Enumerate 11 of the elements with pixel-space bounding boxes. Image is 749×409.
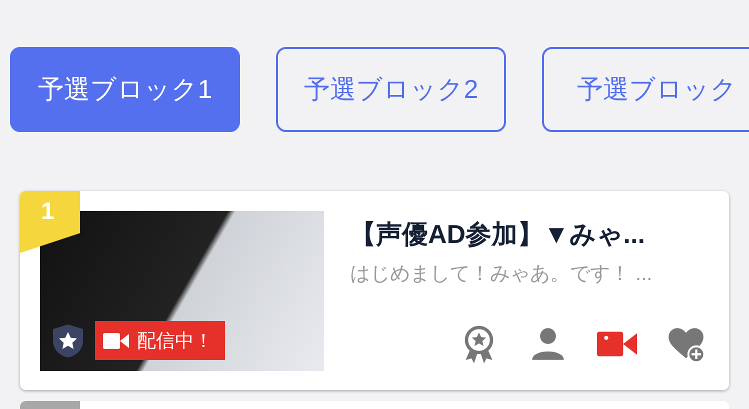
shield-star-icon [50, 323, 86, 359]
block-tab[interactable]: 予選ブロック [542, 47, 749, 132]
stream-card[interactable]: 1 配信中！ 【声優AD参加】▼みゃ... はじめまして！みゃあ。です！ ... [20, 191, 729, 390]
stream-title: 【声優AD参加】▼みゃ... [350, 218, 646, 251]
person-icon[interactable] [529, 325, 567, 363]
live-label: 配信中！ [137, 330, 213, 354]
block-tab[interactable]: 予選ブロック2 [276, 47, 506, 132]
heart-plus-icon[interactable] [667, 325, 705, 363]
stream-description: はじめまして！みゃあ。です！ ... [350, 262, 654, 287]
video-camera-icon [103, 332, 129, 350]
block-tab[interactable]: 予選ブロック1 [10, 47, 240, 132]
